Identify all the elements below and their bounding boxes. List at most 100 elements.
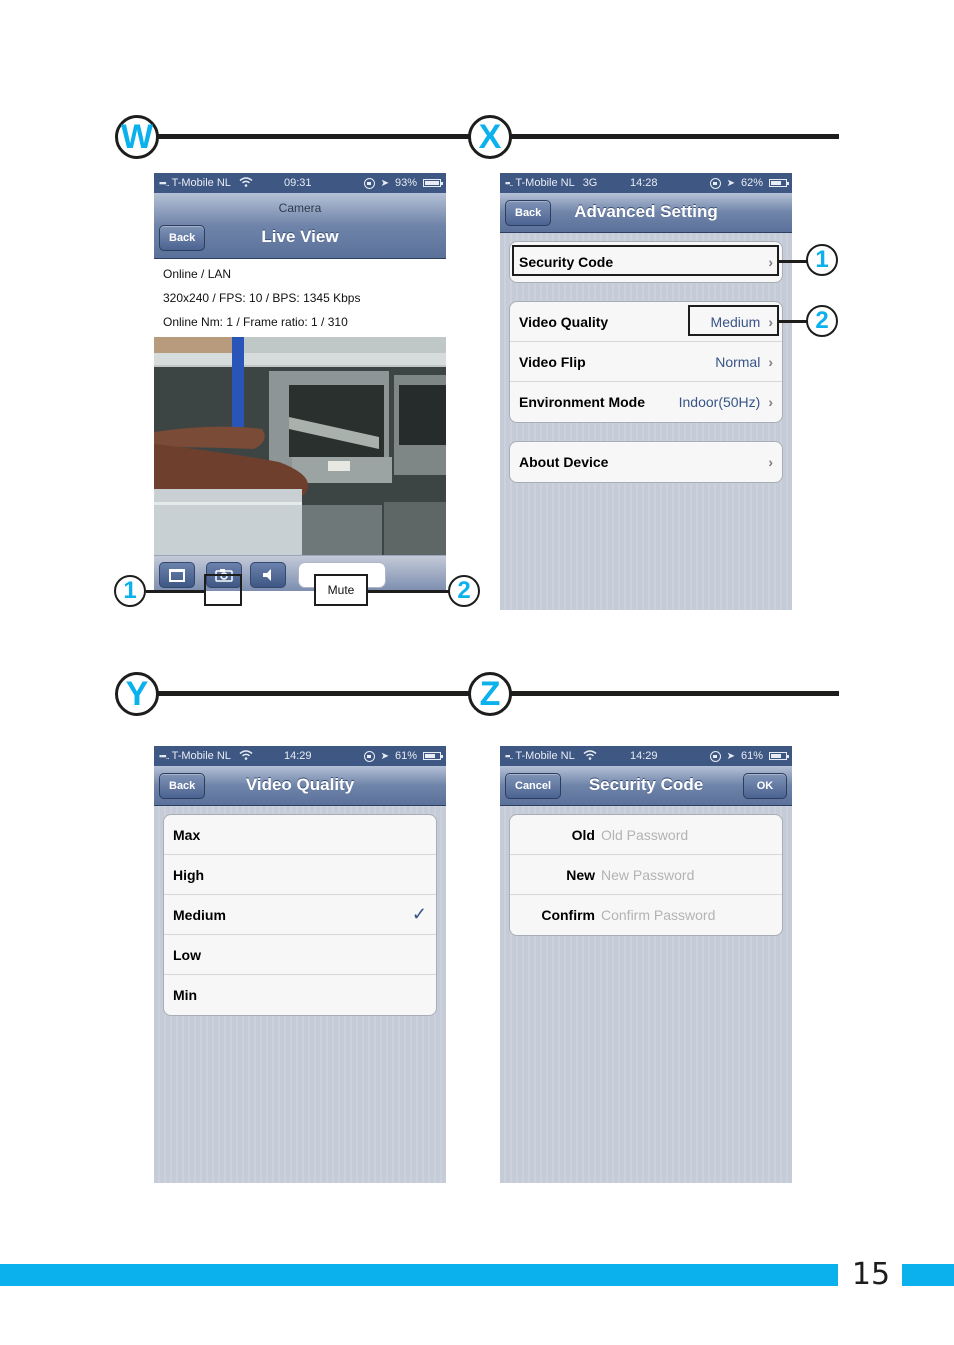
checkmark-icon: ✓ — [411, 904, 427, 924]
fullscreen-button[interactable] — [159, 562, 195, 588]
field-label: New — [566, 866, 595, 883]
chevron-right-icon: › — [768, 454, 773, 470]
signal-icon: ▪▪▪.. — [159, 178, 170, 188]
battery-icon — [423, 179, 443, 187]
rotation-lock-icon — [709, 177, 721, 189]
footer-bar-left — [0, 1264, 838, 1286]
option-label: High — [173, 866, 205, 883]
annotation-leader-1 — [779, 260, 809, 263]
setting-label: Video Quality — [519, 313, 609, 330]
frame-ratio: Online Nm: 1 / Frame ratio: 1 / 310 — [163, 315, 348, 329]
clock: 14:28 — [630, 177, 658, 189]
network-type: 3G — [582, 177, 598, 189]
signal-icon: ▪▪▪.. — [159, 751, 170, 761]
cancel-button[interactable]: Cancel — [505, 773, 562, 799]
screen-live-view: ▪▪▪.. T-Mobile NL 09:31 ➤ 93% Camera Liv… — [154, 173, 446, 610]
section-y-rule — [140, 691, 490, 696]
annotation-marker-2: 2 — [448, 575, 480, 607]
nav-bar: Camera Live View Back — [154, 193, 446, 259]
connection-status: Online / LAN — [163, 267, 232, 281]
setting-environment-mode[interactable]: Environment Mode Indoor(50Hz) › — [510, 382, 782, 422]
rotation-lock-icon — [709, 750, 721, 762]
setting-value: Normal — [715, 353, 761, 370]
annotation-box-video-quality — [688, 305, 779, 336]
nav-bar: Advanced Setting Back — [500, 193, 792, 233]
option-label: Medium — [173, 906, 226, 923]
location-icon: ➤ — [380, 177, 389, 189]
option-label: Max — [173, 826, 201, 843]
battery-percent: 61% — [740, 750, 763, 762]
annotation-marker-1: 1 — [114, 575, 146, 607]
ok-button[interactable]: OK — [743, 773, 787, 799]
option-label: Low — [173, 946, 201, 963]
quality-option-low[interactable]: Low — [164, 935, 436, 975]
annotation-leader-2 — [779, 320, 809, 323]
status-bar: ▪▪.. T-Mobile NL 3G 14:28 ➤ 62% — [500, 173, 792, 193]
status-bar: ▪▪.. T-Mobile NL 14:29 ➤ 61% — [500, 746, 792, 766]
annotation-leader-1 — [146, 590, 204, 593]
wifi-icon — [583, 749, 597, 763]
quality-option-medium[interactable]: Medium ✓ — [164, 895, 436, 935]
section-y-marker: Y — [115, 672, 159, 716]
carrier-name: T-Mobile NL — [515, 177, 575, 189]
quality-option-high[interactable]: High — [164, 855, 436, 895]
section-w-rule — [140, 134, 490, 139]
clock: 14:29 — [630, 750, 658, 762]
signal-icon: ▪▪.. — [505, 751, 513, 761]
live-video-feed[interactable] — [154, 337, 446, 555]
quality-option-min[interactable]: Min — [164, 975, 436, 1015]
signal-icon: ▪▪.. — [505, 178, 513, 188]
screen-advanced-setting: ▪▪.. T-Mobile NL 3G 14:28 ➤ 62% Advanced… — [500, 173, 792, 610]
location-icon: ➤ — [726, 177, 735, 189]
annotation-marker-1: 1 — [806, 244, 838, 276]
back-button[interactable]: Back — [159, 225, 206, 251]
new-password-row: New — [510, 855, 782, 895]
old-password-row: Old — [510, 815, 782, 855]
location-icon: ➤ — [726, 750, 735, 762]
status-bar: ▪▪▪.. T-Mobile NL 14:29 ➤ 61% — [154, 746, 446, 766]
footer-bar-right — [902, 1264, 954, 1286]
battery-icon — [423, 752, 443, 760]
battery-percent: 62% — [740, 177, 763, 189]
live-view-toolbar — [154, 555, 446, 591]
field-label: Confirm — [541, 907, 595, 923]
settings-group-about: About Device › — [509, 441, 783, 483]
section-x-marker: X — [468, 115, 512, 159]
rotation-lock-icon — [363, 177, 375, 189]
fullscreen-icon — [169, 568, 185, 582]
status-bar: ▪▪▪.. T-Mobile NL 09:31 ➤ 93% — [154, 173, 446, 193]
screen-security-code: ▪▪.. T-Mobile NL 14:29 ➤ 61% Security Co… — [500, 746, 792, 1183]
confirm-password-input[interactable] — [601, 907, 771, 923]
field-label: Old — [571, 826, 595, 843]
option-label: Min — [173, 987, 198, 1003]
annotation-leader-2 — [368, 590, 450, 593]
nav-bar: Video Quality Back — [154, 766, 446, 806]
new-password-input[interactable] — [601, 866, 771, 883]
section-z-marker: Z — [468, 672, 512, 716]
confirm-password-row: Confirm — [510, 895, 782, 935]
rotation-lock-icon — [363, 750, 375, 762]
audio-button[interactable] — [250, 562, 286, 588]
quality-option-max[interactable]: Max — [164, 815, 436, 855]
setting-label: Video Flip — [519, 353, 586, 370]
stream-info: Online / LAN 320x240 / FPS: 10 / BPS: 13… — [154, 259, 446, 337]
battery-percent: 93% — [394, 177, 417, 189]
screen-video-quality: ▪▪▪.. T-Mobile NL 14:29 ➤ 61% Video Qual… — [154, 746, 446, 1183]
page-number: 15 — [851, 1257, 891, 1292]
clock: 14:29 — [284, 750, 312, 762]
setting-video-flip[interactable]: Video Flip Normal › — [510, 342, 782, 382]
battery-icon — [769, 179, 789, 187]
section-w-marker: W — [115, 115, 159, 159]
back-button[interactable]: Back — [505, 200, 552, 226]
annotation-box-snapshot — [204, 574, 242, 606]
section-x-rule — [490, 134, 839, 139]
old-password-input[interactable] — [601, 826, 771, 843]
setting-about-device[interactable]: About Device › — [510, 442, 782, 482]
mute-label: Mute — [327, 583, 355, 597]
back-button[interactable]: Back — [159, 773, 206, 799]
location-icon: ➤ — [380, 750, 389, 762]
chevron-right-icon: › — [768, 353, 773, 370]
camera-image — [154, 337, 446, 555]
carrier-name: T-Mobile NL — [171, 750, 231, 762]
battery-percent: 61% — [394, 750, 417, 762]
